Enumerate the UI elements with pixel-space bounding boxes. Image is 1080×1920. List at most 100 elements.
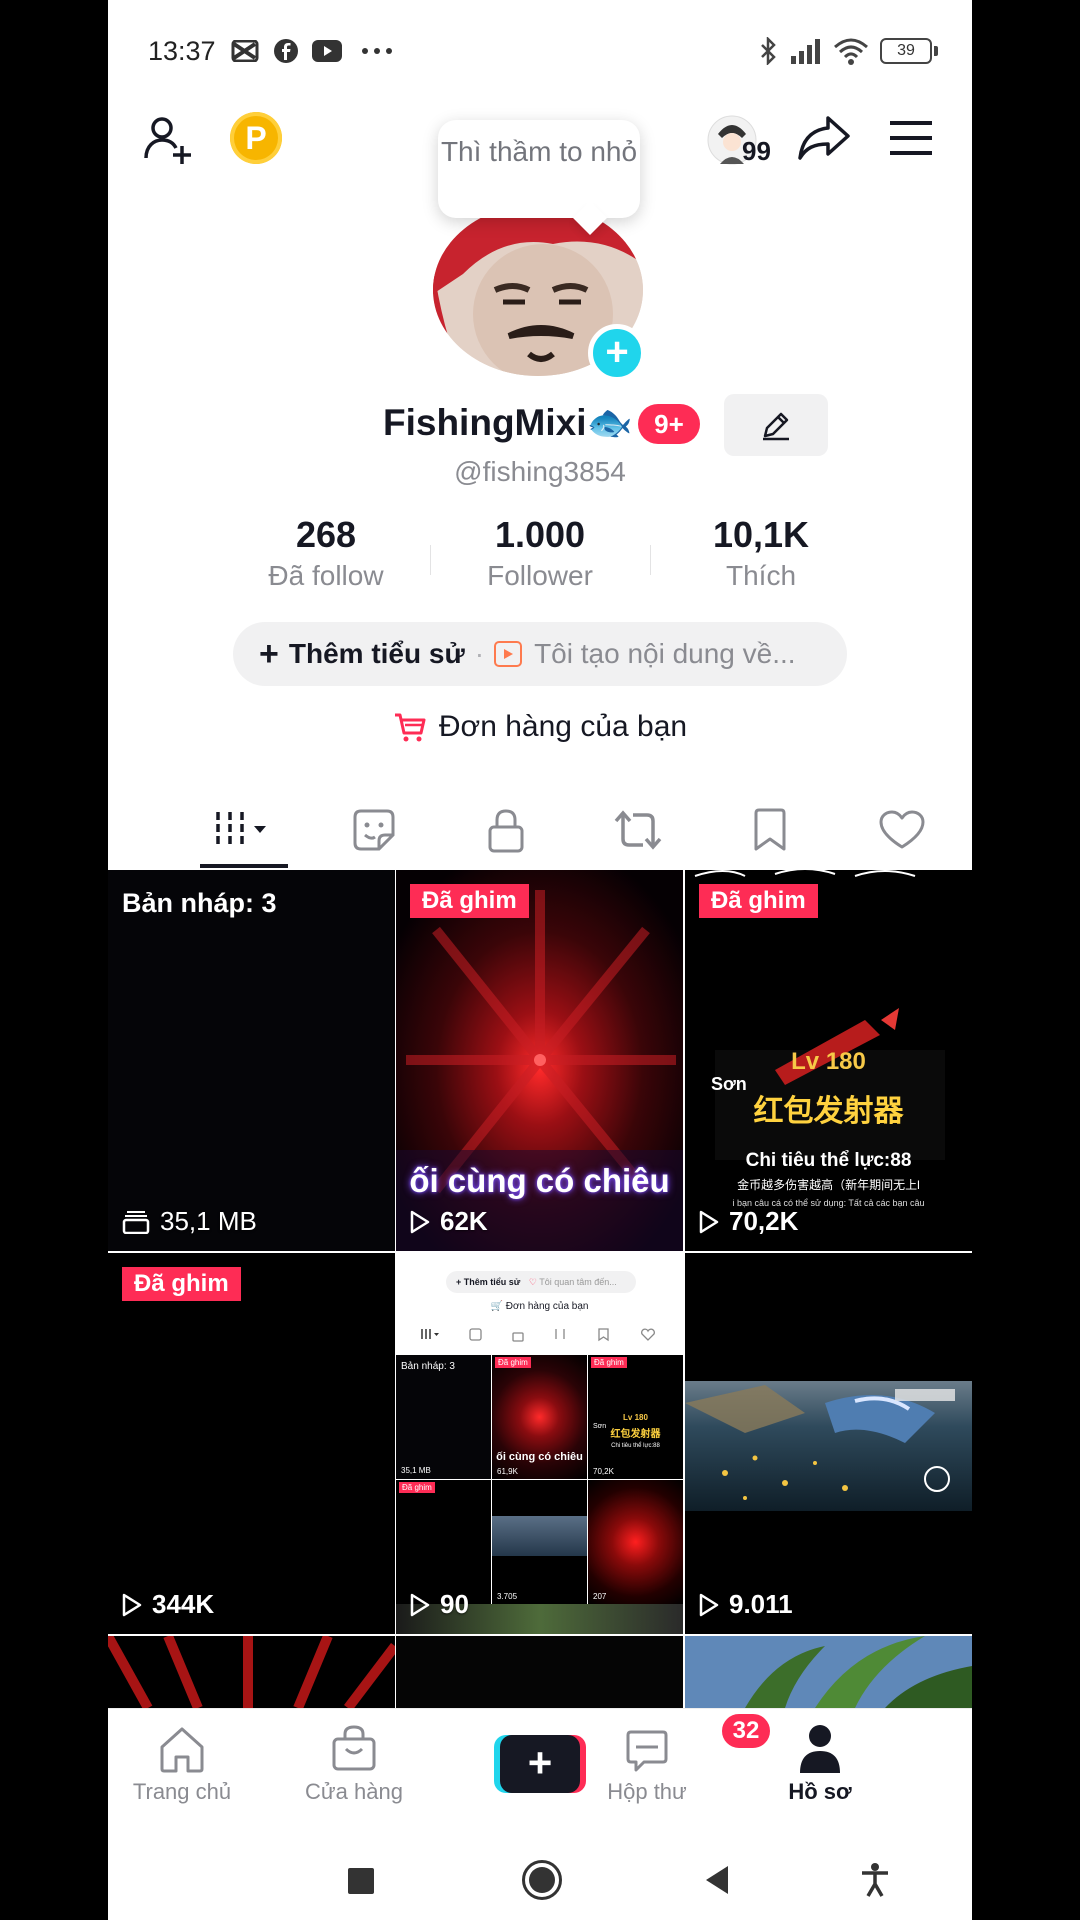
- view-count: 90: [440, 1589, 469, 1619]
- orders-link[interactable]: Đơn hàng của bạn: [108, 710, 972, 744]
- mini-game-tile: Đã ghim Lv 180 Sơn 红包发射器 Chi tiêu thể lự…: [588, 1355, 683, 1479]
- system-nav-bar: [108, 1818, 972, 1920]
- lock-icon: [488, 809, 524, 853]
- video-tile[interactable]: 9.011: [685, 1253, 972, 1634]
- points-icon[interactable]: P: [230, 112, 282, 164]
- video-tile[interactable]: [108, 1636, 395, 1708]
- bio-pill[interactable]: + Thêm tiểu sử · Tôi tạo nội dung về...: [233, 622, 847, 686]
- play-icon: [410, 1210, 430, 1233]
- tab-stickers[interactable]: [308, 790, 440, 870]
- status-bubble[interactable]: Thì thầm to nhỏ: [438, 120, 640, 218]
- stat-divider: [650, 545, 651, 575]
- pencil-icon: [763, 412, 789, 441]
- wifi-icon: [832, 36, 870, 66]
- tab-private[interactable]: [440, 790, 572, 870]
- draft-size: 35,1 MB: [160, 1206, 257, 1236]
- stat-value: 1.000: [494, 514, 586, 555]
- mini-bio: Thêm tiểu sử: [463, 1277, 521, 1287]
- facebook-icon: [272, 36, 300, 66]
- bluetooth-icon: [756, 36, 780, 66]
- play-icon: [122, 1593, 142, 1616]
- game-line-2: 金币越多伤害越高（新年期间无上l: [737, 1178, 920, 1192]
- view-count-row: 9.011: [699, 1589, 793, 1620]
- bottom-nav: Trang chủ Cửa hàng + Hồ sơ Hộp thư: [108, 1708, 972, 1818]
- video-tile[interactable]: Đã ghim ối cùng có chiêu 62K: [396, 870, 683, 1251]
- add-story-button[interactable]: +: [588, 324, 646, 382]
- play-icon: [410, 1593, 430, 1616]
- stat-likes[interactable]: 10,1K Thích: [666, 514, 856, 592]
- play-icon: [699, 1210, 719, 1233]
- bookmark-icon: [754, 808, 786, 851]
- mini-title: 红包发射器: [610, 1429, 661, 1440]
- repost-icon: [614, 810, 662, 850]
- view-count-row: 90: [410, 1589, 469, 1620]
- video-caption: ối cùng có chiêu: [409, 1162, 670, 1199]
- nav-inbox[interactable]: Hộp thư: [575, 1709, 719, 1819]
- mini-pinned: Đã ghim: [399, 1482, 435, 1493]
- video-tile[interactable]: + Thêm tiểu sử ♡ Tôi quan tâm đến... 🛒 Đ…: [396, 1253, 683, 1634]
- accessibility-button[interactable]: [860, 1862, 890, 1898]
- mini-bio-pill: + Thêm tiểu sử ♡ Tôi quan tâm đến...: [446, 1271, 636, 1293]
- create-button[interactable]: +: [494, 1735, 586, 1793]
- bio-separator: ·: [474, 638, 485, 669]
- video-tile[interactable]: Đã ghim Lv 180 Sơn 红包发射器 Chi tiêu thể lự…: [685, 870, 972, 1251]
- recents-button[interactable]: [348, 1868, 374, 1894]
- signal-icon: [788, 36, 824, 66]
- video-tile[interactable]: Đã ghim 344K: [108, 1253, 395, 1634]
- home-button[interactable]: [522, 1860, 562, 1900]
- play-icon: [699, 1593, 719, 1616]
- profile-handle: @fishing3854: [454, 456, 626, 487]
- inbox-badge: 32: [720, 1712, 772, 1750]
- view-count-row: 344K: [122, 1589, 214, 1620]
- nav-home[interactable]: Trang chủ: [110, 1709, 254, 1819]
- add-bio-label[interactable]: Thêm tiểu sử: [289, 638, 465, 670]
- add-friend-icon[interactable]: [142, 110, 198, 166]
- menu-icon[interactable]: [886, 118, 936, 158]
- tab-favorites[interactable]: [704, 790, 836, 870]
- video-tile[interactable]: [396, 1636, 683, 1708]
- mini-screenshot-thumbnail: + Thêm tiểu sử ♡ Tôi quan tâm đến... 🛒 Đ…: [396, 1253, 683, 1634]
- stat-followers[interactable]: 1.000 Follower: [445, 514, 635, 592]
- shopping-bag-icon: [332, 1725, 376, 1771]
- mini-bio-hint: Tôi quan tâm đến...: [539, 1277, 617, 1287]
- mini-pinned: Đã ghim: [591, 1357, 627, 1368]
- bio-placeholder[interactable]: Tôi tạo nội dung về...: [534, 638, 796, 670]
- mini-draft-label: Bản nháp: 3: [401, 1361, 455, 1372]
- videos-grid-icon: [216, 812, 266, 848]
- drafts-tile[interactable]: Bản nháp: 3 35,1 MB: [108, 870, 395, 1251]
- tab-reposts[interactable]: [572, 790, 704, 870]
- mini-draft-size: 35,1 MB: [401, 1466, 431, 1475]
- stat-label: Thích: [725, 560, 797, 591]
- plus-icon: +: [259, 634, 279, 673]
- creator-icon: [494, 641, 523, 667]
- tab-videos[interactable]: [178, 790, 310, 870]
- stat-value: 268: [295, 514, 357, 555]
- profile-name: FishingMixi🐟: [383, 402, 633, 443]
- video-tile[interactable]: [685, 1636, 972, 1708]
- draft-count: Bản nháp: 3: [122, 888, 277, 918]
- stat-label: Đã follow: [268, 560, 384, 591]
- mini-views-4: 207: [593, 1592, 607, 1601]
- stat-following[interactable]: 268 Đã follow: [231, 514, 421, 592]
- mini-screenshot-tile: 3.705: [492, 1480, 587, 1604]
- sticker-icon: [353, 809, 395, 851]
- battery-level: 39: [880, 38, 932, 64]
- youtube-icon: [310, 36, 344, 66]
- mini-views-3: 3.705: [497, 1592, 518, 1601]
- edit-profile-button[interactable]: [724, 394, 828, 456]
- name-notification-badge[interactable]: 9+: [638, 404, 700, 444]
- share-icon[interactable]: [796, 112, 852, 164]
- content-tabs: [108, 790, 972, 870]
- visitor-avatar-icon[interactable]: 99: [706, 112, 786, 168]
- drafts-folder-icon: [122, 1210, 150, 1234]
- pinned-badge: Đã ghim: [699, 884, 818, 918]
- mini-caption: ối cùng có chiêu: [496, 1451, 583, 1463]
- mini-draft-tile: Bản nháp: 3 35,1 MB: [396, 1355, 491, 1479]
- view-count: 70,2K: [729, 1206, 799, 1236]
- view-count: 62K: [440, 1206, 488, 1236]
- create-plus-icon: +: [500, 1735, 580, 1793]
- back-button[interactable]: [702, 1864, 732, 1896]
- mini-black-tile: Đã ghim: [396, 1480, 491, 1604]
- tab-liked[interactable]: [836, 790, 968, 870]
- nav-shop[interactable]: Cửa hàng: [282, 1709, 426, 1819]
